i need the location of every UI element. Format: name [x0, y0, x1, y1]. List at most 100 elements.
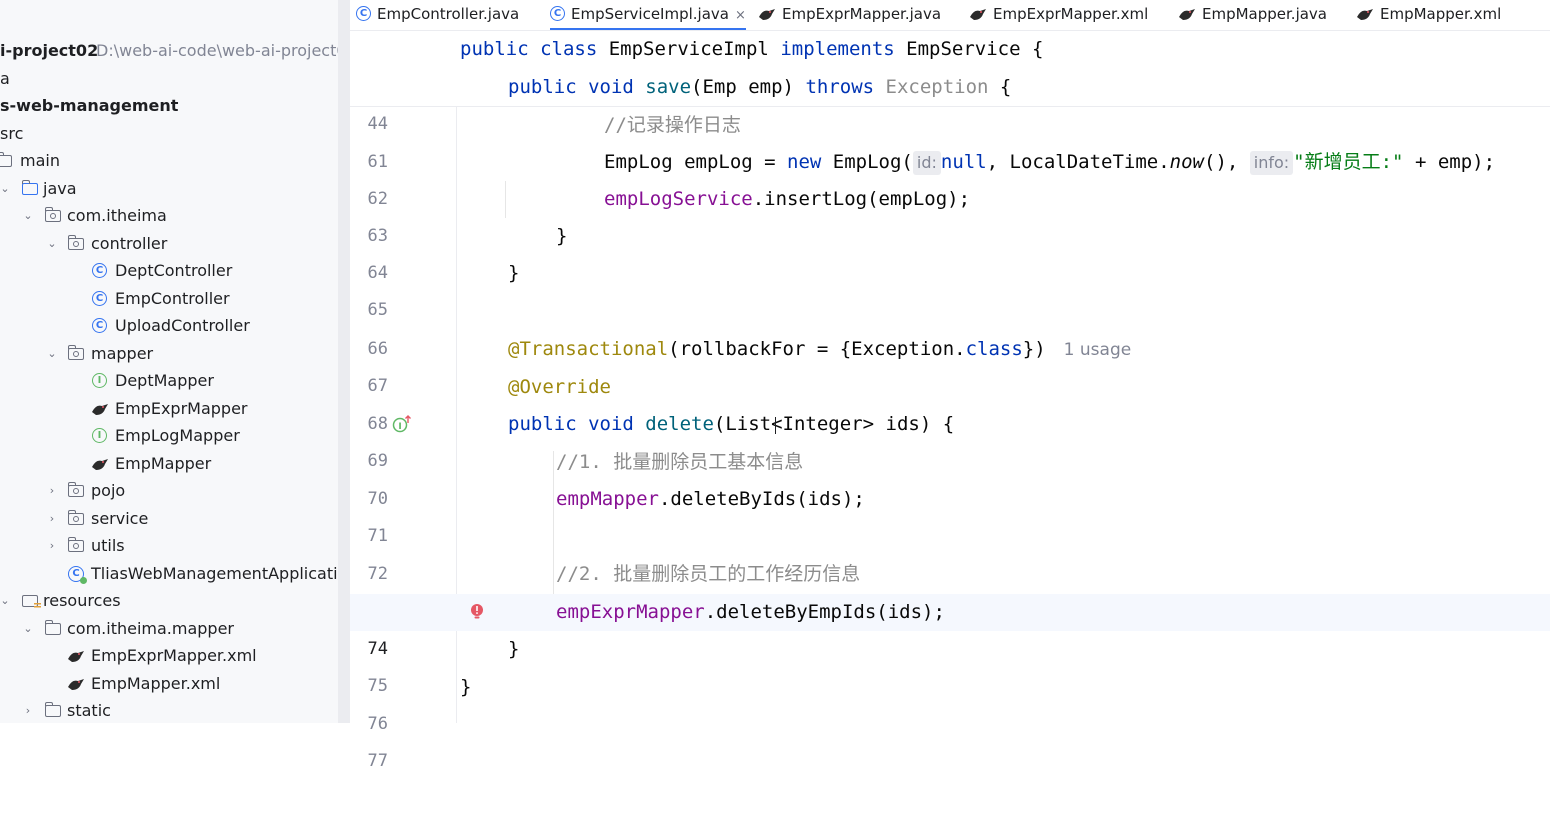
token: null: [940, 151, 987, 173]
mybatis-icon: [92, 459, 108, 470]
field-token: empExprMapper: [556, 601, 705, 623]
close-icon[interactable]: ×: [735, 8, 746, 23]
package-icon: [67, 482, 84, 497]
tree-item-label: resources: [43, 591, 121, 610]
interface-icon: I: [92, 373, 107, 388]
comment: //1. 批量删除员工基本信息: [556, 451, 804, 473]
code-text: public class EmpServiceImpl implements E…: [460, 31, 1043, 68]
chevron-down-icon[interactable]: ⌄: [21, 202, 35, 229]
code-line-76[interactable]: 76 }: [350, 669, 1550, 734]
spring-boot-app-icon: C: [68, 566, 87, 584]
interface-icon: I: [92, 428, 107, 443]
code-line-70[interactable]: 70 //1. 批量删除员工基本信息: [350, 444, 1550, 509]
tab-label: EmpExprMapper.xml: [993, 5, 1149, 23]
annotation-token: @Transactional: [508, 338, 669, 360]
tab-empmapper-java[interactable]: EmpMapper.java: [1178, 0, 1327, 30]
tree-scrollbar[interactable]: [338, 0, 350, 723]
tree-item-label: a: [0, 69, 10, 88]
resources-folder-icon: [22, 595, 41, 609]
token: Exception: [885, 76, 989, 98]
mybatis-icon: [970, 9, 986, 20]
token: , LocalDateTime.: [986, 151, 1170, 173]
tree-item-label: static: [67, 701, 111, 720]
code-line-74[interactable]: 74 empExprMapper.deleteByEmpIds(ids);: [350, 594, 1550, 659]
chevron-right-icon[interactable]: ›: [45, 505, 59, 532]
tab-label: EmpController.java: [377, 5, 520, 23]
token: + emp);: [1403, 151, 1496, 173]
token: (Emp emp): [691, 76, 806, 98]
error-bulb-icon[interactable]: [470, 604, 484, 620]
token: EmpLog(: [832, 151, 913, 173]
code-line-77[interactable]: 77: [350, 706, 1550, 771]
code-text: }: [508, 262, 520, 284]
mybatis-icon: [1357, 9, 1373, 20]
code-line-44[interactable]: 44 public void save(Emp emp) throws Exce…: [350, 69, 1550, 134]
usage-hint[interactable]: 1 usage: [1064, 340, 1132, 360]
code-line-20[interactable]: 20 public class EmpServiceImpl implement…: [350, 31, 1550, 96]
tree-item-label: EmpMapper: [115, 454, 212, 473]
mybatis-xml-icon: [68, 651, 84, 662]
implements-method-gutter-icon[interactable]: I: [392, 415, 412, 433]
tab-empexprmapper-java[interactable]: EmpExprMapper.java: [758, 0, 941, 30]
chevron-down-icon[interactable]: ⌄: [21, 615, 35, 642]
code-line-66[interactable]: 66: [350, 294, 1550, 359]
tab-empserviceimpl[interactable]: C EmpServiceImpl.java ×: [550, 0, 746, 30]
package-icon: [67, 510, 84, 525]
chevron-down-icon[interactable]: ⌄: [45, 230, 59, 257]
tab-empcontroller[interactable]: C EmpController.java: [356, 0, 519, 30]
tab-empexprmapper-xml[interactable]: EmpExprMapper.xml: [969, 0, 1148, 30]
folder-icon: [44, 702, 61, 717]
code-line-71[interactable]: 71 empMapper.deleteByIds(ids);: [350, 481, 1550, 546]
token: delete: [645, 413, 714, 435]
token: new: [787, 151, 833, 173]
tree-item-label: service: [91, 509, 149, 528]
parameter-hint: id:: [912, 151, 941, 175]
tree-item-label: java: [43, 179, 77, 198]
chevron-down-icon[interactable]: ⌄: [45, 340, 59, 367]
tab-empmapper-xml[interactable]: EmpMapper.xml: [1356, 0, 1501, 30]
mybatis-xml-icon: [68, 679, 84, 690]
token: public class: [460, 38, 609, 60]
token: now: [1169, 151, 1204, 173]
line-number: 77: [367, 751, 388, 771]
tree-item-label: DeptMapper: [115, 371, 214, 390]
code-line-75[interactable]: 75 }: [350, 631, 1550, 696]
tab-label: EmpServiceImpl.java: [571, 5, 729, 23]
tree-item-label: EmpMapper.xml: [91, 674, 221, 693]
code-editor[interactable]: 20 public class EmpServiceImpl implement…: [350, 31, 1550, 771]
code-line-69[interactable]: 69 I public void delete(List<Integer> id…: [350, 406, 1550, 471]
code-text: public void save(Emp emp) throws Excepti…: [508, 69, 1011, 106]
comment: //记录操作日志: [604, 114, 741, 136]
code-line-62[interactable]: 62 EmpLog empLog = new EmpLog(id: null, L…: [350, 144, 1550, 209]
code-line-64[interactable]: 64 }: [350, 218, 1550, 283]
chevron-down-icon[interactable]: ⌄: [0, 175, 12, 202]
tree-item-label: main: [20, 151, 60, 170]
token: {: [988, 76, 1012, 98]
folder-icon: [0, 152, 12, 167]
code-line-61[interactable]: 61 //记录操作日志: [350, 107, 1550, 172]
tree-item-label: mapper: [91, 344, 154, 363]
chevron-down-icon[interactable]: ⌄: [0, 587, 12, 614]
chevron-right-icon[interactable]: ›: [21, 697, 35, 723]
chevron-right-icon[interactable]: ›: [45, 532, 59, 559]
token: .deleteByIds(ids);: [658, 488, 865, 510]
code-line-72[interactable]: 72: [350, 519, 1550, 584]
code-text: empMapper.deleteByIds(ids);: [556, 481, 865, 518]
comment: //2. 批量删除员工的工作经历信息: [556, 563, 861, 585]
tree-item-label: com.itheima.mapper: [67, 619, 235, 638]
code-line-63[interactable]: 63 empLogService.insertLog(empLog);: [350, 181, 1550, 246]
code-line-67[interactable]: 67 @Transactional(rollbackFor = {Excepti…: [350, 331, 1550, 396]
code-line-65[interactable]: 65 }: [350, 255, 1550, 320]
code-line-73[interactable]: 73 //2. 批量删除员工的工作经历信息: [350, 556, 1550, 621]
chevron-right-icon[interactable]: ›: [45, 477, 59, 504]
package-icon: [67, 345, 84, 360]
code-line-68[interactable]: 68 @Override: [350, 369, 1550, 434]
parameter-hint: info:: [1249, 151, 1294, 175]
token: class: [965, 338, 1023, 360]
folder-icon: [44, 620, 61, 635]
tab-label: EmpMapper.java: [1202, 5, 1328, 23]
tree-item-label: DeptController: [115, 261, 233, 280]
tree-item-label: EmpLogMapper: [115, 426, 240, 445]
mybatis-icon: [759, 9, 775, 20]
mybatis-icon: [1179, 9, 1195, 20]
